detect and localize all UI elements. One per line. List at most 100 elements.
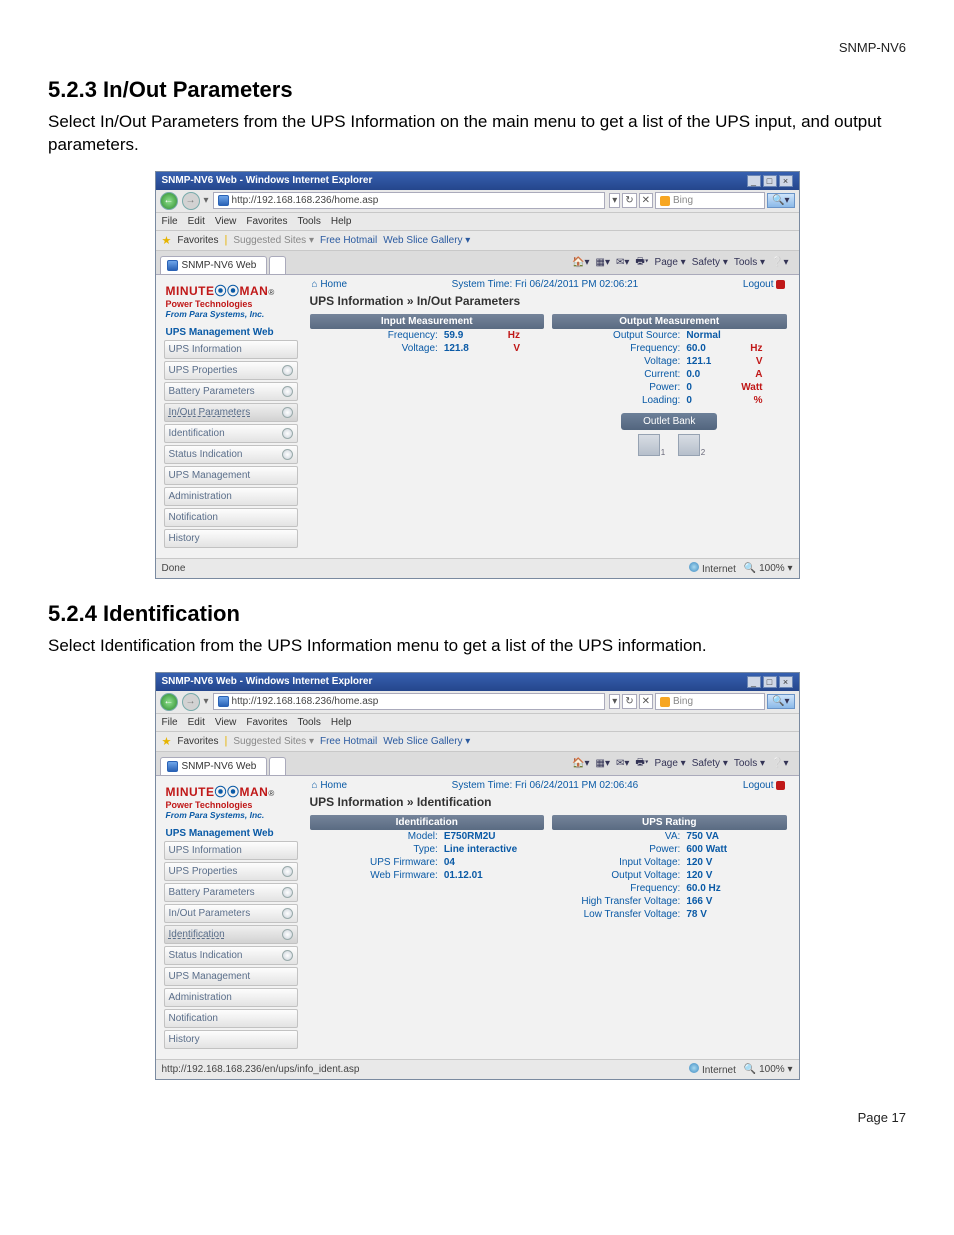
sidebar-item-ups-properties[interactable]: UPS Properties [164,862,298,881]
sidebar-item-ups-management[interactable]: UPS Management [164,466,298,485]
menu-edit[interactable]: Edit [188,717,205,728]
page-menu[interactable]: Page ▾ [655,758,686,769]
fav-link[interactable]: Suggested Sites ▾ [233,736,314,747]
sidebar-item-administration[interactable]: Administration [164,487,298,506]
new-tab[interactable] [269,757,286,775]
sidebar-item-administration[interactable]: Administration [164,988,298,1007]
menu-file[interactable]: File [162,717,178,728]
favorites-icon[interactable]: ★ [162,735,172,748]
menu-tools[interactable]: Tools [297,216,320,227]
window-buttons[interactable]: _□× [745,175,793,187]
window-titlebar[interactable]: SNMP-NV6 Web - Windows Internet Explorer… [156,172,799,190]
window-titlebar[interactable]: SNMP-NV6 Web - Windows Internet Explorer… [156,673,799,691]
safety-menu[interactable]: Safety ▾ [692,758,728,769]
sidebar-item-ups-properties[interactable]: UPS Properties [164,361,298,380]
forward-button[interactable]: → [182,192,200,210]
fav-link[interactable]: Suggested Sites ▾ [233,235,314,246]
expand-icon [282,929,293,940]
home-link[interactable]: Home [312,780,348,791]
status-bar: Done Internet 🔍 100% ▾ [156,558,799,578]
feeds-icon[interactable]: ▦▾ [596,257,610,268]
safety-menu[interactable]: Safety ▾ [692,257,728,268]
new-tab[interactable] [269,256,286,274]
sidebar-item-ups-information[interactable]: UPS Information [164,841,298,860]
search-button[interactable]: 🔍▾ [767,193,794,208]
favorites-label[interactable]: Favorites [177,736,218,747]
menu-edit[interactable]: Edit [188,216,205,227]
menu-bar[interactable]: File Edit View Favorites Tools Help [156,213,799,231]
favorites-icon[interactable]: ★ [162,234,172,247]
back-button[interactable]: ← [160,192,178,210]
favorites-bar: ★ Favorites | Suggested Sites ▾ Free Hot… [156,231,799,251]
menu-tools[interactable]: Tools [297,717,320,728]
window-buttons[interactable]: _□× [745,676,793,688]
fav-link[interactable]: Free Hotmail [320,235,377,246]
favorites-label[interactable]: Favorites [177,235,218,246]
mail-icon[interactable]: ✉▾ [616,257,629,268]
search-box[interactable]: Bing [655,192,765,209]
sidebar-item-notification[interactable]: Notification [164,1009,298,1028]
menu-file[interactable]: File [162,216,178,227]
tools-menu[interactable]: Tools ▾ [734,758,765,769]
sidebar-item-battery-parameters[interactable]: Battery Parameters [164,382,298,401]
sidebar-item-notification[interactable]: Notification [164,508,298,527]
search-dropdown[interactable]: ▾ [609,694,620,709]
help-icon[interactable]: ❔▾ [771,257,788,268]
sidebar-item-status-indication[interactable]: Status Indication [164,946,298,965]
menu-favorites[interactable]: Favorites [246,216,287,227]
browser-tab[interactable]: SNMP-NV6 Web [160,256,268,274]
zoom-indicator[interactable]: 🔍 100% ▾ [744,563,793,574]
menu-favorites[interactable]: Favorites [246,717,287,728]
fav-link[interactable]: Web Slice Gallery ▾ [383,235,470,246]
bing-icon [660,196,670,206]
sidebar-item-identification[interactable]: Identification [164,925,298,944]
logout-link[interactable]: Logout [743,780,785,791]
main-pane: Home System Time: Fri 06/24/2011 PM 02:0… [306,275,791,550]
command-bar[interactable]: 🏠▾ ▦▾ ✉▾ 🖶▾ Page ▾ Safety ▾ Tools ▾ ❔▾ [566,752,794,775]
sidebar-item-ups-information[interactable]: UPS Information [164,340,298,359]
feeds-icon[interactable]: ▦▾ [596,758,610,769]
outlet-1[interactable] [638,434,660,456]
home-link[interactable]: Home [312,279,348,290]
home-icon[interactable]: 🏠▾ [572,257,589,268]
logout-link[interactable]: Logout [743,279,785,290]
zoom-indicator[interactable]: 🔍 100% ▾ [744,1064,793,1075]
print-icon[interactable]: 🖶▾ [635,254,648,271]
menu-view[interactable]: View [215,216,237,227]
status-bar: http://192.168.168.236/en/ups/info_ident… [156,1059,799,1079]
fav-link[interactable]: Web Slice Gallery ▾ [383,736,470,747]
search-button[interactable]: 🔍▾ [767,694,794,709]
print-icon[interactable]: 🖶▾ [635,755,648,772]
search-dropdown[interactable]: ▾ [609,193,620,208]
menu-help[interactable]: Help [331,216,352,227]
menu-bar[interactable]: File Edit View Favorites Tools Help [156,714,799,732]
window-title: SNMP-NV6 Web - Windows Internet Explorer [162,676,373,687]
sidebar-item-battery-parameters[interactable]: Battery Parameters [164,883,298,902]
sidebar-item-inout-parameters[interactable]: In/Out Parameters [164,403,298,422]
search-box[interactable]: Bing [655,693,765,710]
help-icon[interactable]: ❔▾ [771,758,788,769]
menu-help[interactable]: Help [331,717,352,728]
address-bar[interactable]: http://192.168.168.236/home.asp [213,693,606,710]
sidebar-item-history[interactable]: History [164,1030,298,1049]
doc-header: SNMP-NV6 [48,40,906,55]
menu-view[interactable]: View [215,717,237,728]
page-menu[interactable]: Page ▾ [655,257,686,268]
zone-indicator: Internet [689,1063,736,1076]
mail-icon[interactable]: ✉▾ [616,758,629,769]
forward-button[interactable]: → [182,693,200,711]
sidebar-item-history[interactable]: History [164,529,298,548]
expand-icon [282,428,293,439]
sidebar-item-ups-management[interactable]: UPS Management [164,967,298,986]
address-bar[interactable]: http://192.168.168.236/home.asp [213,192,606,209]
fav-link[interactable]: Free Hotmail [320,736,377,747]
tools-menu[interactable]: Tools ▾ [734,257,765,268]
sidebar-item-inout-parameters[interactable]: In/Out Parameters [164,904,298,923]
home-icon[interactable]: 🏠▾ [572,758,589,769]
sidebar-item-identification[interactable]: Identification [164,424,298,443]
browser-tab[interactable]: SNMP-NV6 Web [160,757,268,775]
sidebar-item-status-indication[interactable]: Status Indication [164,445,298,464]
command-bar[interactable]: 🏠▾ ▦▾ ✉▾ 🖶▾ Page ▾ Safety ▾ Tools ▾ ❔▾ [566,251,794,274]
back-button[interactable]: ← [160,693,178,711]
outlet-2[interactable] [678,434,700,456]
